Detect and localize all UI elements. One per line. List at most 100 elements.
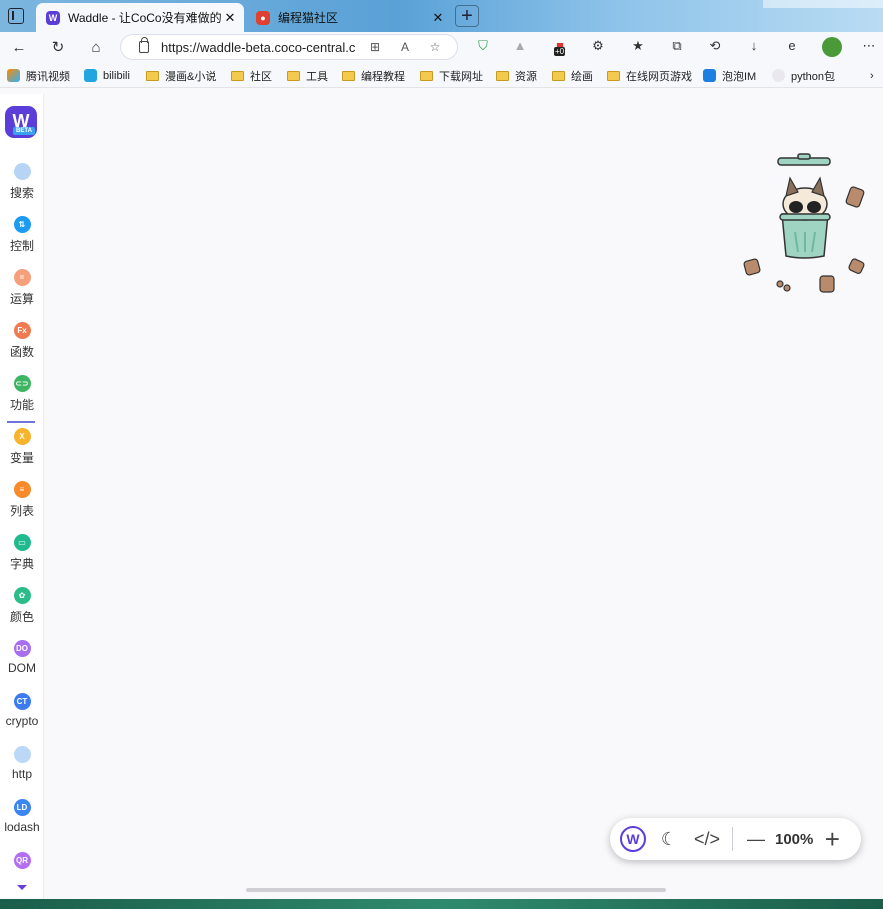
- bookmark-item[interactable]: 下载网址: [420, 67, 483, 84]
- category-icon: ▭: [13, 534, 31, 551]
- code-icon[interactable]: </>: [692, 824, 722, 854]
- category-icon: CT: [13, 693, 31, 710]
- category-icon: Fx: [13, 322, 31, 339]
- category-label: 列表: [9, 504, 34, 518]
- url-text[interactable]: https://waddle-beta.coco-central.cn: [161, 40, 356, 55]
- bookmark-item[interactable]: 漫画&小说: [146, 67, 216, 84]
- bookmarks-bar: 腾讯视频 bilibili 漫画&小说 社区 工具 编程教程 下载网址 资源 绘…: [0, 63, 883, 88]
- bookmark-item[interactable]: 腾讯视频: [7, 67, 70, 84]
- sidebar-category-3[interactable]: Fx 函数: [0, 322, 44, 360]
- bookmark-item[interactable]: 工具: [287, 67, 328, 84]
- triangle-extension-icon[interactable]: ▲: [511, 37, 529, 55]
- category-label: 运算: [9, 292, 34, 306]
- extensions-icon[interactable]: ⚙: [589, 37, 607, 55]
- folder-icon: [287, 70, 300, 81]
- read-aloud-icon[interactable]: A: [394, 40, 416, 54]
- category-label: 搜索: [9, 186, 34, 200]
- bookmark-item[interactable]: 泡泡IM: [703, 67, 756, 84]
- bookmark-item[interactable]: 编程教程: [342, 67, 405, 84]
- bookmark-item[interactable]: 在线网页游戏: [607, 67, 692, 84]
- workspaces-icon[interactable]: [8, 8, 24, 24]
- downloads-icon[interactable]: ↓: [745, 37, 763, 55]
- category-icon: [13, 163, 31, 180]
- edge-app-icon[interactable]: e: [783, 37, 801, 55]
- close-tab-icon[interactable]: ✕: [222, 10, 238, 26]
- bookmark-label: 资源: [515, 70, 537, 83]
- beta-badge: BETA: [13, 127, 35, 135]
- bilibili-icon: [84, 69, 97, 82]
- sidebar-category-1[interactable]: ⇅ 控制: [0, 216, 44, 254]
- sidebar-category-5[interactable]: X 变量: [0, 428, 44, 466]
- folder-icon: [342, 70, 355, 81]
- bookmark-label: python包: [791, 70, 836, 83]
- zoom-out-button[interactable]: —: [741, 824, 771, 854]
- more-menu-icon[interactable]: ⋯: [860, 37, 878, 55]
- category-label: DOM: [8, 661, 36, 675]
- category-label: 控制: [9, 239, 34, 253]
- new-tab-button[interactable]: +: [455, 5, 479, 27]
- folder-icon: [420, 70, 433, 81]
- history-icon[interactable]: ⟲: [706, 37, 724, 55]
- folder-icon: [231, 70, 244, 81]
- sidebar-category-10[interactable]: CT crypto: [0, 693, 44, 728]
- bookmarks-overflow-icon[interactable]: ›: [870, 67, 874, 84]
- zoom-in-button[interactable]: +: [817, 824, 847, 854]
- tab-title: Waddle - 让CoCo没有难做的控件: [68, 11, 222, 25]
- category-label: http: [11, 767, 32, 781]
- shield-extension-icon[interactable]: ⛉: [474, 37, 492, 55]
- add-favorite-icon[interactable]: ☆: [424, 40, 446, 54]
- scroll-down-icon[interactable]: [17, 885, 27, 890]
- sidebar-category-11[interactable]: http: [0, 746, 44, 781]
- sidebar-category-12[interactable]: LD lodash: [0, 799, 44, 834]
- category-icon: ⊂⊃: [13, 375, 31, 392]
- category-label: 字典: [9, 557, 34, 571]
- profile-avatar[interactable]: [822, 37, 842, 57]
- tab-community[interactable]: ● 编程猫社区 ✕: [246, 3, 452, 32]
- close-tab-icon[interactable]: ✕: [430, 10, 446, 26]
- category-icon: ✿: [13, 587, 31, 604]
- category-label: 函数: [9, 345, 34, 359]
- app-available-icon[interactable]: ⊞: [364, 40, 386, 54]
- bookmark-item[interactable]: python包: [772, 67, 835, 84]
- bookmark-label: 腾讯视频: [26, 70, 70, 83]
- category-label: lodash: [4, 820, 40, 834]
- home-icon[interactable]: ⌂: [85, 37, 107, 59]
- taskbar: [0, 899, 883, 909]
- back-icon[interactable]: ←: [8, 37, 30, 59]
- address-bar[interactable]: https://waddle-beta.coco-central.cn ⊞ A …: [120, 34, 458, 60]
- sidebar-category-6[interactable]: ≡ 列表: [0, 481, 44, 519]
- sidebar-category-2[interactable]: = 运算: [0, 269, 44, 307]
- category-icon: ⇅: [13, 216, 31, 233]
- sidebar-category-0[interactable]: 搜索: [0, 163, 44, 201]
- bookmark-label: 下载网址: [439, 70, 483, 83]
- zoom-divider: [732, 827, 733, 851]
- folder-icon: [607, 70, 620, 81]
- trash-can-illustration[interactable]: [740, 152, 870, 300]
- badge-extension-icon[interactable]: ■ +0: [551, 37, 569, 56]
- bookmark-label: 编程教程: [361, 70, 405, 83]
- tab-waddle[interactable]: W Waddle - 让CoCo没有难做的控件 ✕: [36, 3, 244, 32]
- waddle-logo-button[interactable]: W: [620, 826, 646, 852]
- bookmark-item[interactable]: 资源: [496, 67, 537, 84]
- folder-icon: [552, 70, 565, 81]
- window-controls[interactable]: [763, 0, 883, 8]
- collections-icon[interactable]: ⧉: [668, 37, 686, 55]
- sidebar-category-7[interactable]: ▭ 字典: [0, 534, 44, 572]
- waddle-logo[interactable]: W BETA: [5, 106, 37, 138]
- zoom-level: 100%: [775, 830, 814, 848]
- moon-icon[interactable]: ☾: [654, 824, 684, 854]
- favorites-icon[interactable]: ★: [629, 37, 647, 55]
- bookmark-item[interactable]: bilibili: [84, 67, 130, 84]
- sidebar-category-8[interactable]: ✿ 颜色: [0, 587, 44, 625]
- refresh-icon[interactable]: ↻: [47, 37, 69, 59]
- horizontal-scrollbar[interactable]: [246, 888, 666, 892]
- bookmark-item[interactable]: 绘画: [552, 67, 593, 84]
- tab-title: 编程猫社区: [278, 11, 339, 25]
- sidebar-category-9[interactable]: DO DOM: [0, 640, 44, 675]
- codemao-favicon-icon: ●: [256, 10, 270, 25]
- lock-icon[interactable]: [139, 37, 149, 53]
- sidebar-category-13[interactable]: QR: [0, 852, 44, 873]
- bookmark-item[interactable]: 社区: [231, 67, 272, 84]
- sidebar-category-4[interactable]: ⊂⊃ 功能: [0, 375, 44, 413]
- bookmark-label: bilibili: [103, 69, 130, 82]
